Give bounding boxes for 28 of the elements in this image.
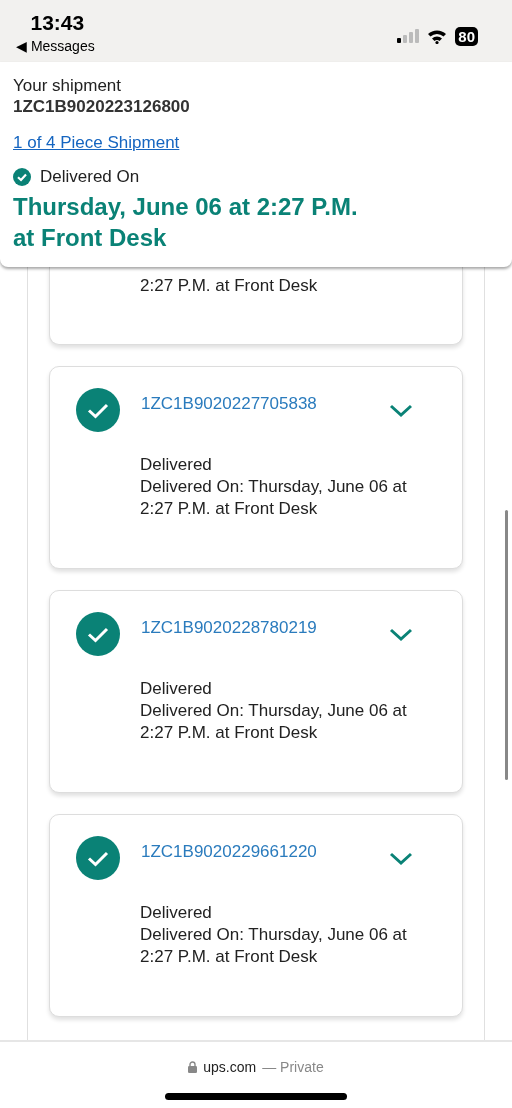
delivery-status: Delivered <box>140 902 213 924</box>
chevron-down-icon[interactable] <box>389 852 413 866</box>
signal-icon <box>397 29 420 43</box>
chevron-down-icon[interactable] <box>389 404 413 418</box>
delivery-status: Delivered <box>140 454 213 476</box>
private-label: — Private <box>262 1059 324 1075</box>
lock-icon <box>188 1061 198 1073</box>
tracking-link[interactable]: 1ZC1B9020228780219 <box>141 618 381 638</box>
delivery-detail: 2:27 P.M. at Front Desk <box>140 275 319 297</box>
delivery-detail: Delivered On: Thursday, June 06 at 2:27 P.M. at Front Desk <box>140 924 408 968</box>
piece-shipment-link[interactable]: 1 of 4 Piece Shipment <box>13 133 180 153</box>
delivery-place: at Front Desk <box>13 223 168 253</box>
clock-time: 13:43 <box>29 11 85 35</box>
delivery-date: Thursday, June 06 at 2:27 P.M. <box>13 192 359 222</box>
status-label: Delivered On <box>40 167 140 187</box>
url-domain[interactable]: ups.com <box>203 1059 257 1075</box>
delivery-status: Delivered <box>140 678 213 700</box>
delivery-detail: Delivered On: Thursday, June 06 at 2:27 P.M. at Front Desk <box>140 700 408 744</box>
back-link[interactable]: ◀ Messages <box>16 38 95 54</box>
chevron-down-icon[interactable] <box>389 628 413 642</box>
shipment-title: Your shipment <box>13 76 123 96</box>
tracking-link[interactable]: 1ZC1B9020227705838 <box>141 394 381 414</box>
delivery-detail: Delivered On: Thursday, June 06 at 2:27 P.M. at Front Desk <box>140 476 408 520</box>
check-circle-icon <box>13 168 31 186</box>
wifi-icon <box>427 28 448 44</box>
tracking-number: 1ZC1B9020223126800 <box>13 96 191 118</box>
battery-indicator: 80 <box>455 26 478 46</box>
tracking-link[interactable]: 1ZC1B9020229661220 <box>141 842 381 862</box>
